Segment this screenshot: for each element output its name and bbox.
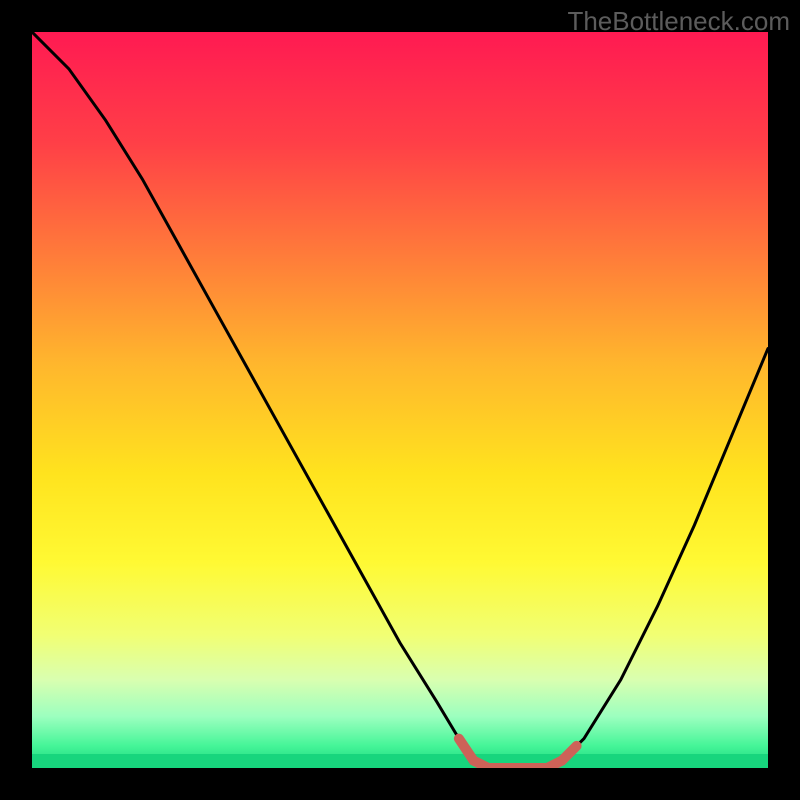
watermark-text: TheBottleneck.com: [567, 6, 790, 37]
chart-frame: TheBottleneck.com: [0, 0, 800, 800]
plot-background: [32, 32, 768, 768]
bottom-green-band: [32, 754, 768, 768]
bottleneck-chart: [0, 0, 800, 800]
